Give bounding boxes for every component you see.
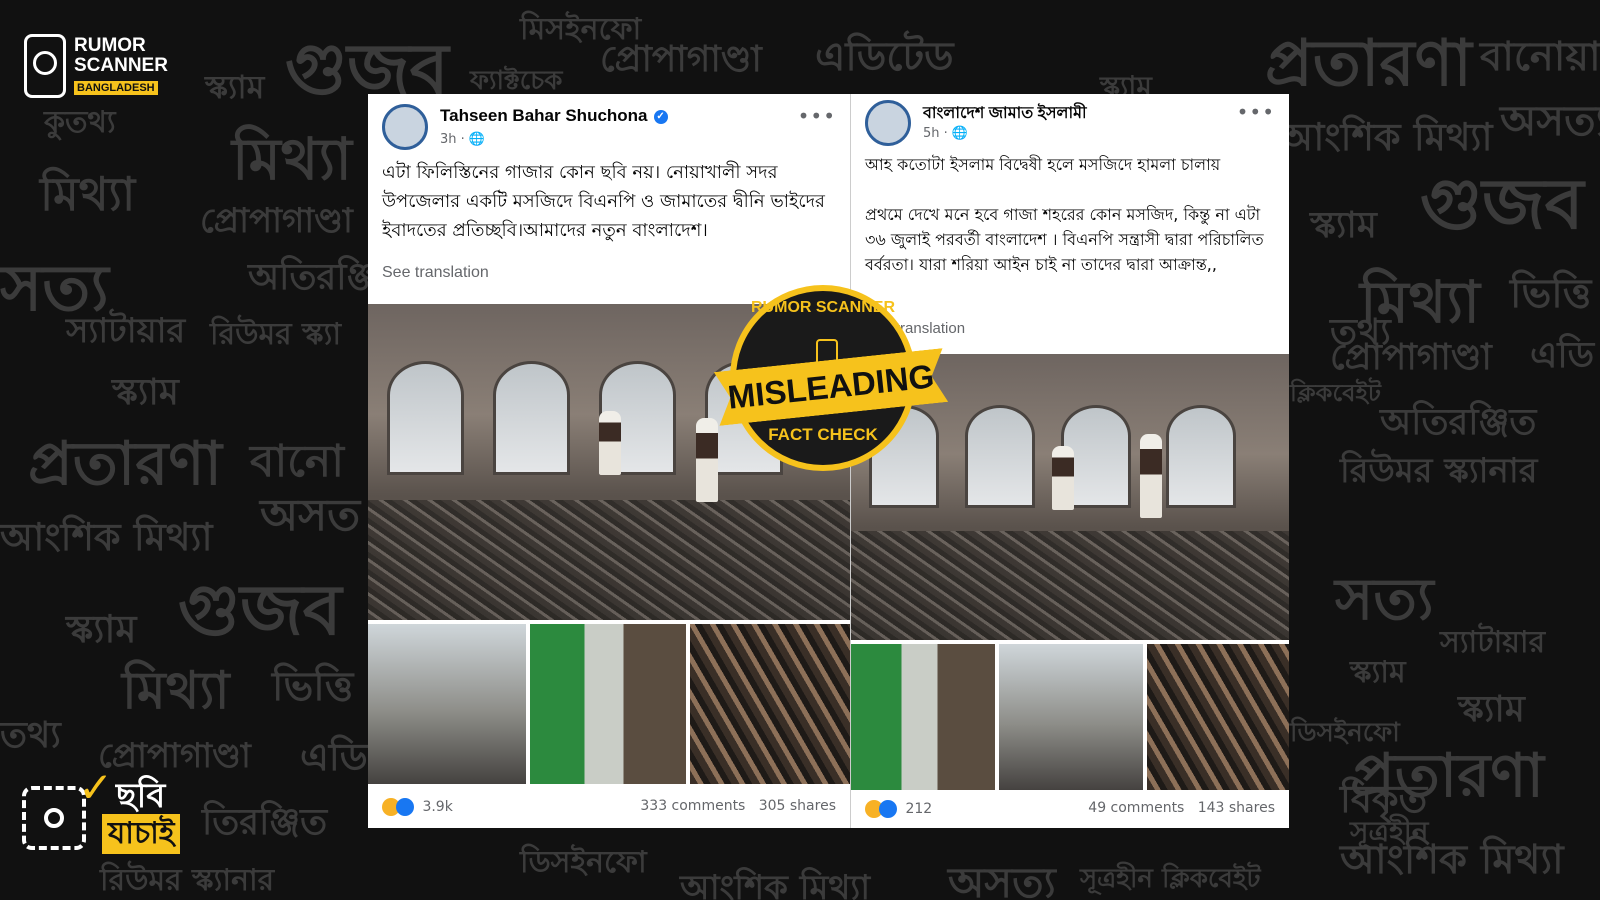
logo-line3: BANGLADESH: [74, 81, 158, 95]
background-word: ডিসইনফো: [520, 845, 647, 880]
background-word: আংশিক মিথ্যা: [1340, 836, 1564, 883]
background-word: স্ক্যাম: [1310, 204, 1377, 246]
background-word: তথ্য: [0, 714, 61, 756]
chhobi-jachai-logo: ✓ ছবি যাচাই: [22, 763, 212, 858]
camera-icon: [22, 786, 86, 850]
thumbnail-photo-2[interactable]: [999, 644, 1143, 790]
globe-icon: 🌐: [951, 126, 969, 141]
background-word: প্রতারণা: [1265, 26, 1472, 101]
post-time[interactable]: 5h ·: [923, 126, 948, 141]
like-reaction-icon: [396, 798, 414, 816]
post-time[interactable]: 3h ·: [440, 132, 465, 147]
like-reaction-icon: [879, 800, 897, 818]
logo-line2: SCANNER: [74, 55, 168, 76]
thumbnail-photo-2[interactable]: [530, 624, 686, 784]
thumbnail-photo-1[interactable]: [368, 624, 526, 784]
background-word: অসত: [260, 490, 361, 541]
stamp-bottom-text: FACT CHECK: [768, 425, 878, 444]
post-meta: 5h · 🌐: [923, 126, 968, 141]
verified-badge-icon: ✓: [653, 109, 668, 124]
background-word: ভিত্তি: [272, 663, 354, 710]
comments-count[interactable]: 333 comments: [640, 798, 745, 814]
background-word: এডিটেড: [815, 33, 954, 80]
background-word: প্রতারণা: [28, 429, 222, 499]
facebook-post-1: Tahseen Bahar Shuchona ✓ 3h · 🌐 ••• এটা ফ…: [368, 94, 850, 828]
rumor-scanner-logo: RUMOR SCANNER BANGLADESH: [24, 34, 168, 98]
background-word: এডি: [300, 734, 368, 779]
background-word: আংশিক মিথ্যা: [680, 868, 871, 900]
background-word: ক্লিকবেইট: [1290, 378, 1382, 407]
reaction-count[interactable]: 3.9k: [422, 799, 452, 815]
background-word: রিউমর স্ক্যানার: [1340, 451, 1538, 491]
background-word: ভিত্তি: [1510, 270, 1592, 317]
thumbnail-photo-3[interactable]: [1147, 644, 1289, 790]
post-text-line1: আহ কতোটা ইসলাম বিদ্বেষী হলে মসজিদে হামলা…: [865, 155, 1221, 174]
globe-icon: 🌐: [468, 132, 486, 147]
post-author-name[interactable]: বাংলাদেশ জামাত ইসলামী: [923, 100, 1087, 127]
more-options-icon[interactable]: •••: [1237, 100, 1275, 124]
check-icon: ✓: [78, 763, 114, 812]
background-word: অসত্য: [1500, 96, 1600, 145]
post-text: এটা ফিলিস্তিনের গাজার কোন ছবি নয়। নোয়া…: [382, 162, 825, 241]
thumbnail-photo-3[interactable]: [690, 624, 850, 784]
post-author-name[interactable]: Tahseen Bahar Shuchona ✓: [440, 106, 668, 126]
more-options-icon[interactable]: •••: [798, 104, 836, 128]
background-word: প্রোপাগাণ্ডা: [200, 201, 353, 241]
background-word: প্রোপাগাণ্ডা: [600, 38, 762, 80]
shares-count[interactable]: 305 shares: [759, 798, 836, 814]
logo-line1: RUMOR: [74, 35, 146, 56]
see-translation-link[interactable]: See translation: [382, 264, 489, 282]
post-text-line2: প্রথমে দেখে মনে হবে গাজা শহরের কোন মসজিদ…: [865, 205, 1264, 274]
background-word: রিউমর স্ক্যানার: [100, 863, 275, 898]
background-word: তিরঞ্জিত: [202, 801, 328, 843]
background-word: মিথ্যা: [40, 167, 136, 221]
background-word: রিউমর স্ক্যা: [210, 317, 342, 352]
background-word: বানোয়াট: [1480, 33, 1600, 80]
background-word: স্যাটায়ার: [66, 311, 186, 351]
post-footer: 3.9k 333 comments 305 shares: [382, 798, 836, 816]
post-meta: 3h · 🌐: [440, 132, 485, 147]
background-word: এডি: [1530, 334, 1595, 376]
reaction-count[interactable]: 212: [905, 801, 932, 817]
background-word: স্ক্যাম: [205, 68, 265, 106]
background-word: অসত্য: [948, 858, 1056, 900]
avatar[interactable]: [382, 104, 428, 150]
phone-check-icon: [24, 34, 66, 98]
background-word: গুজব: [1420, 162, 1584, 245]
background-word: স্ক্যাম: [112, 371, 179, 413]
comments-count[interactable]: 49 comments: [1088, 800, 1184, 816]
jachai-text: যাচাই: [102, 814, 181, 854]
stamp-top-text: RUMOR SCANNER: [751, 299, 895, 316]
background-word: স্ক্যাম: [1350, 655, 1406, 690]
background-word: সূত্রহীন ক্লিকবেইট: [1080, 864, 1261, 894]
background-word: মিথ্যা: [122, 660, 230, 721]
avatar[interactable]: [865, 100, 911, 146]
thumbnail-photo-1[interactable]: [851, 644, 995, 790]
background-word: কুতথ্য: [44, 105, 116, 140]
facebook-post-2: বাংলাদেশ জামাত ইসলামী 5h · 🌐 ••• আহ কতোট…: [850, 94, 1289, 828]
post-footer: 212 49 comments 143 shares: [865, 800, 1275, 818]
background-word: স্যাটায়ার: [1440, 625, 1546, 660]
shares-count[interactable]: 143 shares: [1198, 800, 1275, 816]
author-text[interactable]: Tahseen Bahar Shuchona: [440, 106, 648, 125]
background-word: সত্য: [1335, 565, 1434, 633]
